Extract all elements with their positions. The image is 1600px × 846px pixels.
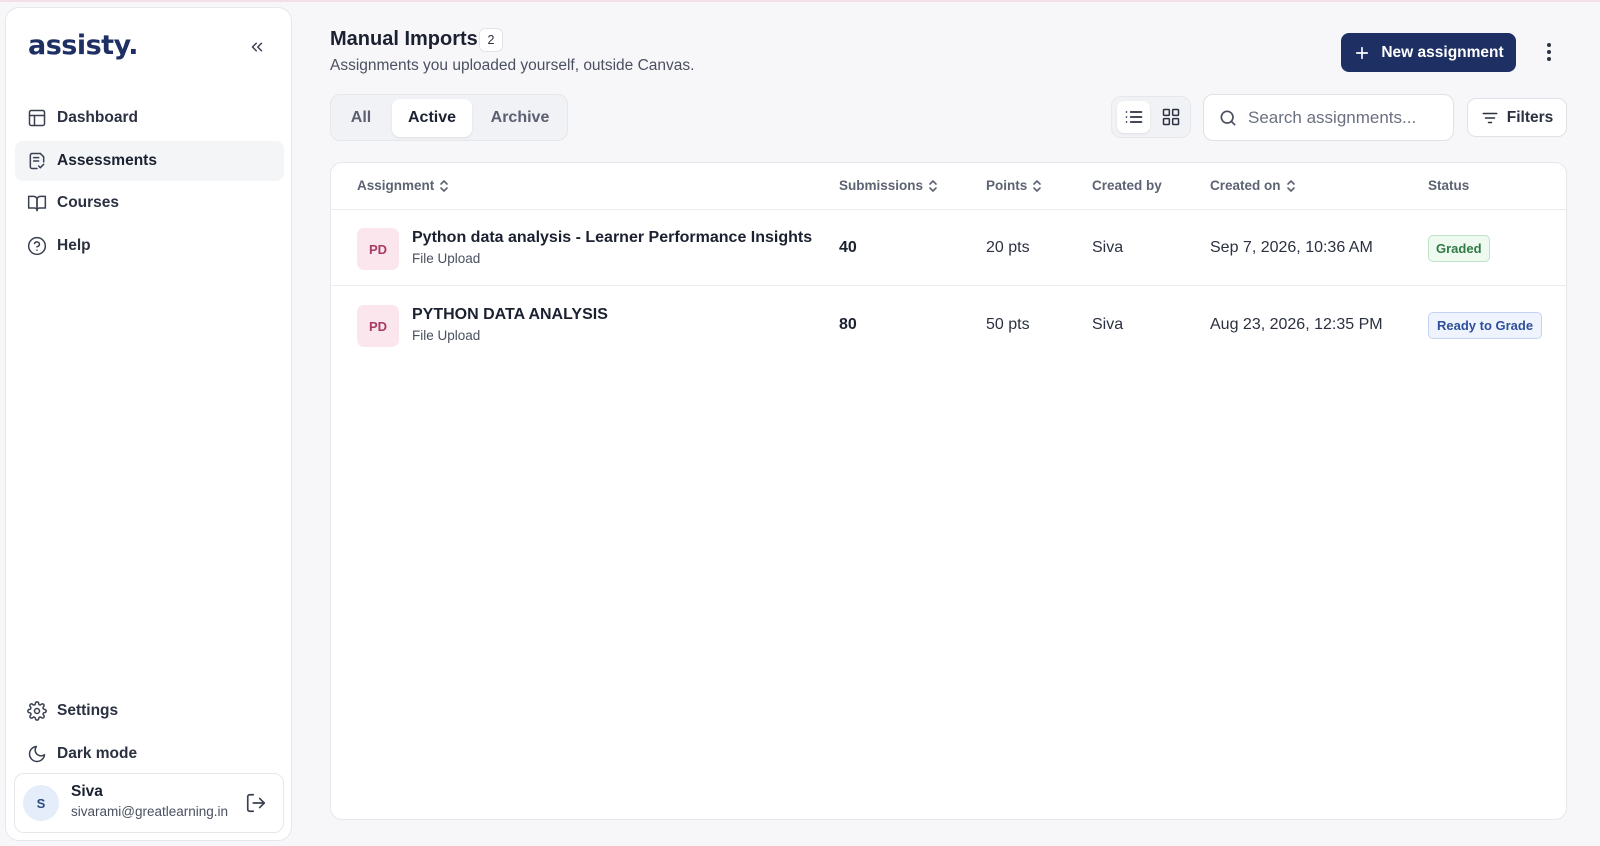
plus-icon — [1353, 44, 1371, 62]
page-subtitle: Assignments you uploaded yourself, outsi… — [330, 57, 695, 74]
assignment-type: File Upload — [412, 328, 481, 343]
chevrons-left-icon — [251, 42, 263, 52]
sidebar-item-courses[interactable]: Courses — [15, 183, 284, 223]
sidebar-nav: Dashboard Assessments Courses Help — [15, 98, 284, 268]
moon-icon — [27, 744, 47, 764]
page-title: Manual Imports — [330, 28, 478, 50]
column-label: Created by — [1092, 178, 1162, 193]
list-view-button[interactable] — [1117, 101, 1150, 133]
assessments-icon — [27, 151, 47, 171]
tab-active[interactable]: Active — [392, 99, 472, 137]
sidebar-item-label: Settings — [57, 702, 119, 719]
filters-label: Filters — [1506, 108, 1554, 126]
sort-icon[interactable] — [1032, 179, 1042, 193]
more-options-button[interactable] — [1537, 38, 1561, 66]
column-header-points[interactable]: Points — [986, 178, 1042, 193]
avatar[interactable]: S — [23, 785, 59, 821]
column-label: Submissions — [839, 178, 924, 193]
sort-icon[interactable] — [1286, 179, 1296, 193]
search-box — [1203, 94, 1454, 141]
assignments-table: Assignment Submissions Points Created by… — [330, 162, 1567, 820]
points-value: 50 pts — [986, 316, 1030, 333]
assignment-title[interactable]: PYTHON DATA ANALYSIS — [412, 306, 608, 324]
column-label: Created on — [1210, 178, 1281, 193]
search-input[interactable] — [1248, 107, 1438, 128]
column-header-assignment[interactable]: Assignment — [357, 178, 449, 193]
logout-button[interactable] — [244, 791, 268, 815]
table-header: Assignment Submissions Points Created by… — [331, 163, 1566, 210]
search-icon — [1220, 110, 1236, 125]
sidebar-item-label: Help — [57, 236, 91, 254]
submissions-count: 80 — [839, 316, 857, 333]
sidebar-item-label: Dark mode — [57, 744, 138, 762]
new-assignment-button[interactable]: New assignment — [1341, 33, 1516, 72]
filters-button[interactable]: Filters — [1467, 98, 1567, 137]
sidebar-item-assessments[interactable]: Assessments — [15, 140, 284, 181]
more-vertical-icon — [1547, 43, 1551, 61]
created-by: Siva — [1092, 316, 1124, 333]
count-badge: 2 — [479, 28, 503, 52]
top-accent-line — [0, 0, 1600, 2]
column-label: Points — [986, 178, 1028, 193]
created-by: Siva — [1092, 239, 1124, 256]
table-row[interactable]: PD Python data analysis - Learner Perfor… — [331, 210, 1566, 286]
tab-all[interactable]: All — [337, 99, 385, 137]
sidebar-item-settings[interactable]: Settings — [15, 691, 284, 731]
tab-archive[interactable]: Archive — [477, 99, 563, 137]
book-icon — [27, 193, 47, 213]
column-label: Status — [1428, 178, 1470, 193]
sidebar-item-label: Assessments — [57, 151, 157, 169]
status-cell: Graded — [1428, 210, 1490, 286]
dashboard-icon — [27, 108, 47, 128]
column-label: Assignment — [357, 178, 435, 193]
filter-icon — [1481, 109, 1499, 127]
logout-icon — [246, 793, 266, 813]
sidebar-item-help[interactable]: Help — [15, 226, 284, 266]
status-tabs: All Active Archive — [330, 94, 568, 141]
sidebar-bottom-nav: Settings Dark mode — [15, 691, 284, 776]
sidebar-item-label: Dashboard — [57, 109, 138, 126]
status-badge: Ready to Grade — [1428, 311, 1543, 339]
column-header-created-on[interactable]: Created on — [1210, 178, 1296, 193]
sidebar: assisty. Dashboard Assessments Courses H… — [5, 7, 292, 841]
column-header-status: Status — [1428, 178, 1469, 193]
help-icon — [27, 236, 47, 256]
sidebar-item-dashboard[interactable]: Dashboard — [15, 98, 284, 138]
assignment-thumbnail: PD — [357, 305, 399, 347]
sort-icon[interactable] — [439, 179, 449, 193]
table-row[interactable]: PD PYTHON DATA ANALYSIS File Upload 80 5… — [331, 287, 1566, 363]
brand-logo[interactable]: assisty. — [28, 30, 138, 61]
assignment-type: File Upload — [412, 251, 481, 266]
created-on: Aug 23, 2026, 12:35 PM — [1210, 316, 1383, 333]
status-cell: Ready to Grade — [1428, 287, 1543, 363]
points-value: 20 pts — [986, 239, 1030, 256]
user-card: S Siva sivarami@greatlearning.in — [14, 773, 284, 833]
gear-icon — [27, 701, 47, 721]
sidebar-item-dark-mode[interactable]: Dark mode — [15, 734, 284, 774]
column-header-submissions[interactable]: Submissions — [839, 178, 938, 193]
new-assignment-label: New assignment — [1381, 43, 1504, 61]
grid-icon — [1162, 108, 1179, 126]
assignment-title[interactable]: Python data analysis - Learner Performan… — [412, 229, 812, 247]
submissions-count: 40 — [839, 239, 857, 256]
created-on: Sep 7, 2026, 10:36 AM — [1210, 239, 1373, 256]
user-email: sivarami@greatlearning.in — [71, 804, 229, 819]
user-name: Siva — [71, 783, 103, 800]
view-toggle — [1111, 96, 1191, 138]
collapse-sidebar-button[interactable] — [246, 36, 268, 58]
status-badge: Graded — [1428, 234, 1490, 262]
assignment-thumbnail: PD — [357, 228, 399, 270]
sort-icon[interactable] — [928, 179, 938, 193]
list-icon — [1125, 111, 1142, 123]
sidebar-item-label: Courses — [57, 194, 120, 211]
grid-view-button[interactable] — [1154, 101, 1187, 133]
column-header-created-by: Created by — [1092, 178, 1162, 193]
